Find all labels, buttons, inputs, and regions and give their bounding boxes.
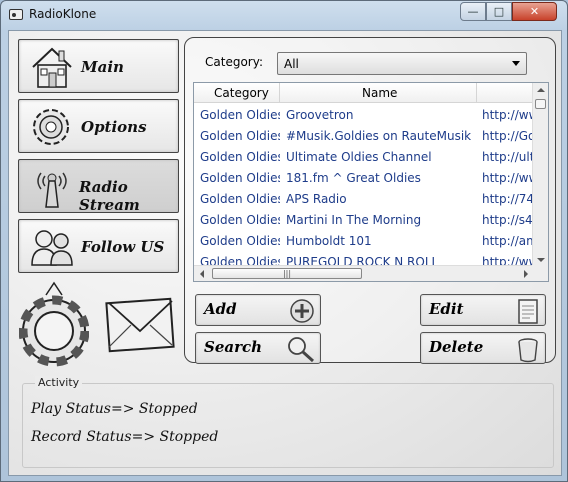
column-divider[interactable] xyxy=(476,83,477,103)
search-label: Search xyxy=(204,338,263,356)
nav-follow-us-label: Follow US xyxy=(81,238,165,256)
cell-name: Ultimate Oldies Channel xyxy=(286,150,432,164)
cell-url: http://s4.v xyxy=(482,213,534,227)
antenna-icon xyxy=(37,172,67,208)
client-area: Main Options Radio Stream Follow US Cate… xyxy=(8,30,562,476)
cell-category: Golden Oldies xyxy=(200,108,280,122)
nav-main-label: Main xyxy=(81,58,124,76)
cell-name: #Musik.Goldies on RauteMusik.FM xyxy=(286,129,472,143)
activity-group: Activity Play Status=> Stopped Record St… xyxy=(22,376,554,468)
grid-header: Category Name xyxy=(194,83,534,103)
scroll-thumb[interactable] xyxy=(535,99,546,109)
horizontal-scroll-thumb[interactable]: ||| xyxy=(212,268,362,279)
close-icon: ✕ xyxy=(529,5,540,18)
nav-main-button[interactable]: Main xyxy=(18,39,179,93)
table-row[interactable]: Golden Oldies Groovetron http://ww xyxy=(194,104,534,125)
people-icon xyxy=(31,230,73,266)
scroll-down-icon[interactable] xyxy=(537,258,545,262)
window-title: RadioKlone xyxy=(29,7,97,21)
column-header-category[interactable]: Category xyxy=(214,86,269,100)
gear-icon xyxy=(33,109,69,145)
cell-name: Groovetron xyxy=(286,108,354,122)
play-status: Play Status=> Stopped xyxy=(31,401,198,417)
maximize-button[interactable]: □ xyxy=(486,2,512,21)
minimize-button[interactable]: — xyxy=(460,2,486,21)
cell-category: Golden Oldies xyxy=(200,192,280,206)
app-window: RadioKlone — □ ✕ Main Options Radio Stre… xyxy=(0,0,568,482)
nav-options-label: Options xyxy=(81,118,147,136)
window-controls: — □ ✕ xyxy=(460,2,557,21)
activity-title: Activity xyxy=(35,376,83,389)
title-bar[interactable]: RadioKlone — □ ✕ xyxy=(1,1,567,29)
delete-label: Delete xyxy=(429,338,484,356)
cell-url: http://74. xyxy=(482,192,534,206)
trash-icon xyxy=(518,338,538,363)
maximize-icon: □ xyxy=(493,5,505,18)
nav-options-button[interactable]: Options xyxy=(18,99,179,153)
cell-category: Golden Oldies xyxy=(200,171,280,185)
envelope-icon[interactable] xyxy=(105,295,177,355)
scroll-right-icon[interactable] xyxy=(524,270,528,278)
edit-button[interactable]: Edit xyxy=(420,294,546,326)
cell-name: 181.fm ^ Great Oldies xyxy=(286,171,421,185)
streams-panel: Category: All Category Name Golden Oldie… xyxy=(184,37,556,364)
cell-category: Golden Oldies xyxy=(200,129,280,143)
cell-name: APS Radio xyxy=(286,192,347,206)
add-label: Add xyxy=(204,300,237,318)
table-row[interactable]: Golden Oldies Humboldt 101 http://am xyxy=(194,230,534,251)
record-status: Record Status=> Stopped xyxy=(31,429,219,445)
nav-follow-us-button[interactable]: Follow US xyxy=(18,219,179,273)
category-value: All xyxy=(284,57,299,71)
cell-name: Humboldt 101 xyxy=(286,234,372,248)
nav-radio-stream-label: Radio Stream xyxy=(79,178,140,214)
cell-url: http://ww xyxy=(482,108,534,122)
delete-button[interactable]: Delete xyxy=(420,332,546,364)
cell-category: Golden Oldies xyxy=(200,234,280,248)
streams-grid[interactable]: Category Name Golden Oldies Groovetron htt… xyxy=(193,82,549,282)
close-button[interactable]: ✕ xyxy=(512,2,557,21)
vertical-scrollbar[interactable] xyxy=(532,83,548,267)
nav-radio-stream-button[interactable]: Radio Stream xyxy=(18,159,179,214)
table-row[interactable]: Golden Oldies 181.fm ^ Great Oldies http:/… xyxy=(194,167,534,188)
house-icon xyxy=(32,47,72,88)
chevron-down-icon xyxy=(512,61,520,66)
cell-url: http://ww xyxy=(482,171,534,185)
cell-url: http://am xyxy=(482,234,534,248)
minimize-icon: — xyxy=(467,5,479,18)
table-row[interactable]: Golden Oldies APS Radio http://74. xyxy=(194,188,534,209)
plus-icon xyxy=(290,299,314,323)
cell-url: http://Gol xyxy=(482,129,534,143)
table-row[interactable]: Golden Oldies Martini In The Morning http:… xyxy=(194,209,534,230)
search-button[interactable]: Search xyxy=(195,332,321,364)
scroll-up-icon[interactable] xyxy=(537,88,545,92)
notepad-icon xyxy=(518,299,538,324)
category-label: Category: xyxy=(205,55,263,69)
add-button[interactable]: Add xyxy=(195,294,321,326)
scroll-corner xyxy=(532,265,548,281)
horizontal-scrollbar[interactable]: ||| xyxy=(194,265,534,281)
cell-category: Golden Oldies xyxy=(200,150,280,164)
column-divider[interactable] xyxy=(279,83,280,103)
cell-name: Martini In The Morning xyxy=(286,213,422,227)
radio-icon xyxy=(9,9,23,20)
column-header-name[interactable]: Name xyxy=(362,86,397,100)
edit-label: Edit xyxy=(429,300,464,318)
cell-category: Golden Oldies xyxy=(200,213,280,227)
scroll-left-icon[interactable] xyxy=(200,270,204,278)
table-row[interactable]: Golden Oldies #Musik.Goldies on RauteMusi… xyxy=(194,125,534,146)
table-row[interactable]: Golden Oldies Ultimate Oldies Channel http… xyxy=(194,146,534,167)
category-select[interactable]: All xyxy=(277,52,527,75)
lifebuoy-icon[interactable] xyxy=(19,281,89,373)
search-icon xyxy=(288,337,315,363)
cell-url: http://ulti xyxy=(482,150,534,164)
